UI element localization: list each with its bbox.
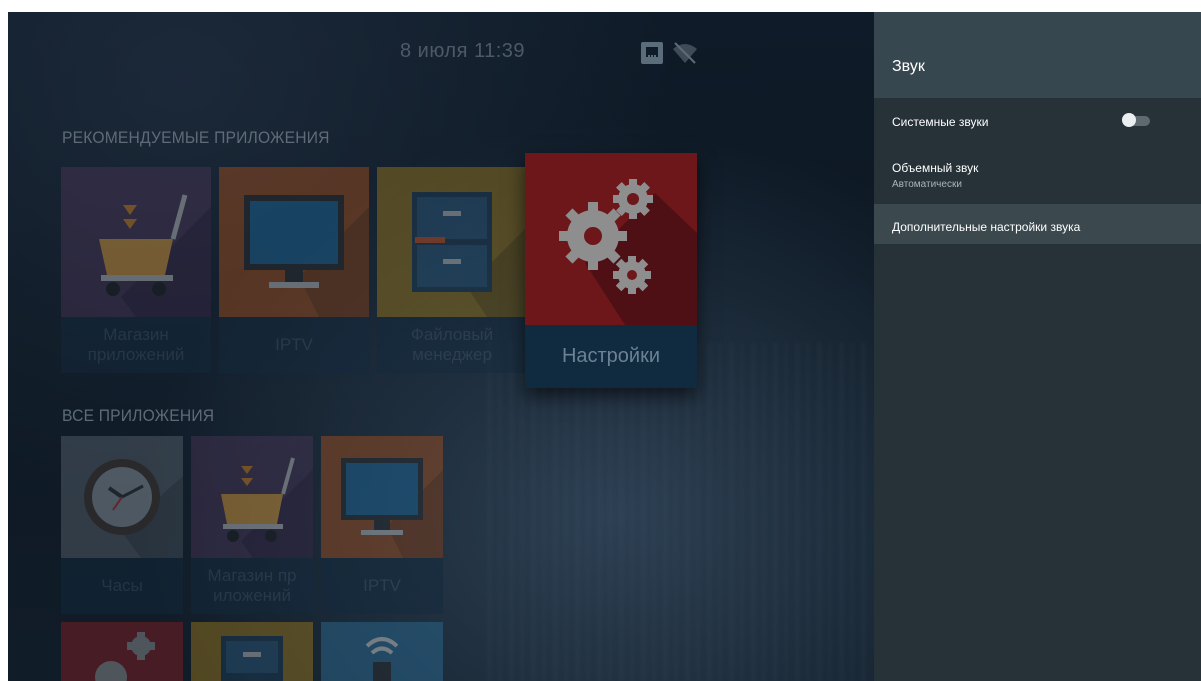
gears-icon (61, 622, 183, 681)
background-streaks (488, 342, 868, 681)
settings-item-surround-sound[interactable]: Объемный звук Автоматически (874, 146, 1201, 204)
app-tile-clock[interactable]: Часы (61, 436, 183, 614)
system-sounds-toggle[interactable] (1122, 113, 1152, 127)
app-tile-settings-2[interactable] (61, 622, 183, 681)
app-tile-file-manager-2[interactable] (191, 622, 313, 681)
all-apps-section-title: ВСЕ ПРИЛОЖЕНИЯ (62, 406, 215, 425)
monitor-icon (321, 436, 443, 558)
ethernet-icon (641, 42, 663, 64)
settings-item-value: Автоматически (892, 179, 962, 190)
shopping-cart-icon (61, 167, 211, 317)
clock-icon (61, 436, 183, 558)
file-cabinet-icon (377, 167, 527, 317)
recommended-section-title: РЕКОМЕНДУЕМЫЕ ПРИЛОЖЕНИЯ (62, 128, 330, 147)
app-tile-label: IPTV (219, 317, 369, 373)
settings-item-advanced-sound[interactable]: Дополнительные настройки звука (874, 204, 1201, 244)
app-tile-iptv-2[interactable]: IPTV (321, 436, 443, 614)
panel-header: Звук (874, 12, 1201, 98)
gears-icon (525, 153, 697, 325)
wifi-off-icon (673, 42, 697, 64)
app-tile-label: IPTV (321, 558, 443, 614)
settings-item-label: Объемный звук (892, 161, 979, 175)
app-tile-router[interactable] (321, 622, 443, 681)
wifi-router-icon (321, 622, 443, 681)
app-tile-label: Настройки (525, 325, 697, 388)
app-tile-file-manager[interactable]: Файловый менеджер (377, 167, 527, 373)
app-tile-label: Часы (61, 558, 183, 614)
app-tile-store[interactable]: Магазин приложений (61, 167, 211, 373)
app-tile-iptv[interactable]: IPTV (219, 167, 369, 373)
app-tile-label: Магазин приложений (61, 317, 211, 373)
panel-title: Звук (892, 58, 925, 75)
app-tile-settings[interactable]: Настройки (525, 153, 697, 388)
app-tile-store-2[interactable]: Магазин пр иложений (191, 436, 313, 614)
shopping-cart-icon (191, 436, 313, 558)
toggle-thumb (1122, 113, 1136, 127)
sound-settings-panel: Звук Системные звуки Объемный звук Автом… (874, 12, 1201, 681)
monitor-icon (219, 167, 369, 317)
tv-screen: 8 июля 11:39 РЕКОМЕНДУЕМЫЕ ПРИЛОЖЕНИЯ Ма… (8, 12, 1201, 681)
app-tile-label: Файловый менеджер (377, 317, 527, 373)
settings-item-label: Дополнительные настройки звука (892, 220, 1081, 234)
status-datetime: 8 июля 11:39 (400, 40, 526, 62)
app-tile-label: Магазин пр иложений (191, 558, 313, 614)
settings-item-label: Системные звуки (892, 115, 989, 129)
file-cabinet-icon (191, 622, 313, 681)
